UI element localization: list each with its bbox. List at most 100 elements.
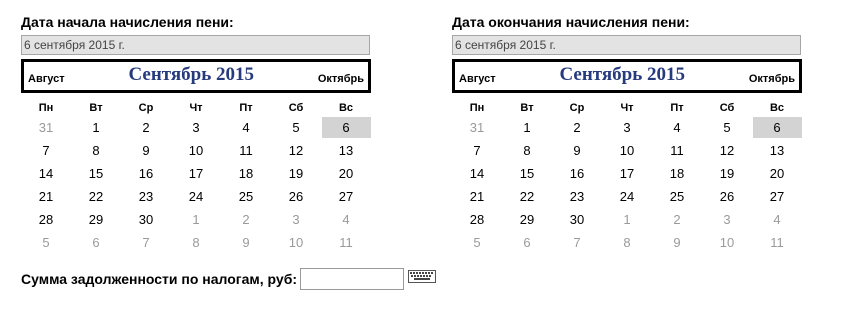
day-cell[interactable]: 24 [602,186,652,209]
day-cell[interactable]: 14 [21,163,71,186]
day-cell[interactable]: 30 [552,209,602,232]
day-cell[interactable]: 11 [652,140,702,163]
start-date-field[interactable]: 6 сентября 2015 г. [21,35,370,55]
day-cell[interactable]: 23 [552,186,602,209]
day-cell[interactable]: 27 [321,186,371,209]
day-cell-selected[interactable]: 6 [321,117,371,140]
end-date-picker: Дата окончания начисления пени: 6 сентяб… [452,13,802,255]
day-cell[interactable]: 9 [221,232,271,255]
day-cell[interactable]: 26 [702,186,752,209]
day-cell[interactable]: 10 [271,232,321,255]
day-cell[interactable]: 12 [702,140,752,163]
day-cell[interactable]: 11 [321,232,371,255]
day-cell[interactable]: 5 [702,117,752,140]
day-number: 2 [242,212,250,227]
day-cell[interactable]: 18 [221,163,271,186]
day-cell[interactable]: 7 [121,232,171,255]
day-cell[interactable]: 30 [121,209,171,232]
day-number: 20 [338,166,354,181]
day-cell[interactable]: 3 [602,117,652,140]
day-cell[interactable]: 20 [752,163,802,186]
day-cell[interactable]: 23 [121,186,171,209]
weekday-label: Вс [338,102,354,114]
day-cell[interactable]: 16 [552,163,602,186]
day-cell[interactable]: 13 [752,140,802,163]
day-cell[interactable]: 3 [702,209,752,232]
day-cell[interactable]: 10 [171,140,221,163]
debt-amount-input[interactable] [300,268,405,290]
day-cell[interactable]: 2 [552,117,602,140]
day-cell[interactable]: 4 [221,117,271,140]
day-cell[interactable]: 7 [452,140,502,163]
day-cell[interactable]: 26 [271,186,321,209]
day-cell[interactable]: 22 [502,186,552,209]
day-cell[interactable]: 3 [171,117,221,140]
day-cell[interactable]: 9 [652,232,702,255]
day-cell[interactable]: 7 [552,232,602,255]
day-cell[interactable]: 19 [271,163,321,186]
prev-month-button[interactable]: Август [28,73,65,85]
prev-month-button[interactable]: Август [459,73,496,85]
day-cell[interactable]: 10 [602,140,652,163]
day-cell[interactable]: 1 [171,209,221,232]
day-cell[interactable]: 29 [71,209,121,232]
day-cell[interactable]: 3 [271,209,321,232]
day-cell[interactable]: 15 [502,163,552,186]
day-cell[interactable]: 5 [452,232,502,255]
day-cell[interactable]: 4 [752,209,802,232]
day-cell[interactable]: 2 [652,209,702,232]
day-cell[interactable]: 15 [71,163,121,186]
day-cell[interactable]: 8 [502,140,552,163]
day-number: 1 [523,120,531,135]
next-month-button[interactable]: Октябрь [749,73,795,85]
day-cell[interactable]: 20 [321,163,371,186]
day-cell[interactable]: 10 [702,232,752,255]
day-cell[interactable]: 24 [171,186,221,209]
day-cell[interactable]: 2 [121,117,171,140]
day-cell[interactable]: 17 [171,163,221,186]
day-cell[interactable]: 2 [221,209,271,232]
day-cell[interactable]: 16 [121,163,171,186]
day-cell[interactable]: 31 [21,117,71,140]
day-cell[interactable]: 5 [21,232,71,255]
day-cell[interactable]: 9 [121,140,171,163]
day-cell[interactable]: 6 [71,232,121,255]
day-cell[interactable]: 8 [71,140,121,163]
day-cell[interactable]: 7 [21,140,71,163]
day-cell[interactable]: 19 [702,163,752,186]
day-cell[interactable]: 25 [652,186,702,209]
day-cell[interactable]: 6 [502,232,552,255]
day-cell[interactable]: 27 [752,186,802,209]
day-cell[interactable]: 11 [221,140,271,163]
day-cell[interactable]: 8 [602,232,652,255]
day-cell[interactable]: 1 [502,117,552,140]
day-cell[interactable]: 31 [452,117,502,140]
day-cell[interactable]: 22 [71,186,121,209]
day-cell[interactable]: 21 [452,186,502,209]
day-cell[interactable]: 4 [652,117,702,140]
day-cell[interactable]: 4 [321,209,371,232]
day-cell[interactable]: 8 [171,232,221,255]
day-cell[interactable]: 12 [271,140,321,163]
day-cell[interactable]: 28 [21,209,71,232]
day-cell[interactable]: 28 [452,209,502,232]
day-cell[interactable]: 25 [221,186,271,209]
day-cell[interactable]: 1 [71,117,121,140]
day-cell[interactable]: 1 [602,209,652,232]
day-cell[interactable]: 29 [502,209,552,232]
keyboard-icon[interactable] [408,270,437,288]
day-cell[interactable]: 17 [602,163,652,186]
day-cell[interactable]: 14 [452,163,502,186]
day-cell[interactable]: 11 [752,232,802,255]
next-month-button[interactable]: Октябрь [318,73,364,85]
calendar-week: 5 6 7 8 9 10 11 [452,232,802,255]
day-cell-selected[interactable]: 6 [752,117,802,140]
day-cell[interactable]: 5 [271,117,321,140]
day-cell[interactable]: 13 [321,140,371,163]
day-number: 10 [619,143,635,158]
day-cell[interactable]: 9 [552,140,602,163]
day-cell[interactable]: 21 [21,186,71,209]
day-cell[interactable]: 18 [652,163,702,186]
end-date-field[interactable]: 6 сентября 2015 г. [452,35,801,55]
day-number: 6 [321,117,371,138]
